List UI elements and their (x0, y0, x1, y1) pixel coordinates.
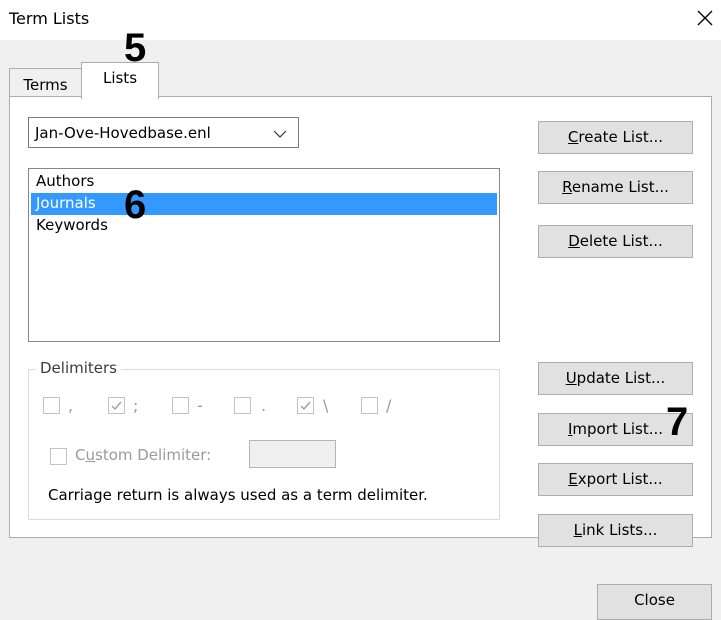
link-lists-button[interactable]: Link Lists... (538, 514, 693, 547)
custom-delimiter-label: Custom Delimiter: (75, 446, 212, 464)
step-annotation: 5 (124, 26, 147, 70)
delimiter-label: ; (133, 396, 139, 415)
custom-delimiter-checkbox[interactable] (50, 448, 67, 465)
title-bar (0, 0, 721, 40)
delete-list-button[interactable]: Delete List... (538, 225, 693, 258)
chevron-down-icon (273, 126, 287, 144)
step-annotation: 7 (666, 400, 689, 444)
list-item-selected[interactable]: Journals (31, 193, 497, 215)
delimiter-label: - (197, 396, 203, 415)
delimiter-checkbox-period[interactable] (234, 397, 251, 414)
delimiter-checkbox-semicolon[interactable] (108, 397, 125, 414)
rename-list-button[interactable]: Rename List... (538, 171, 693, 204)
delimiter-checkbox-slash[interactable] (361, 397, 378, 414)
checkmark-icon (111, 401, 122, 411)
delimiter-checkbox-comma[interactable] (43, 397, 60, 414)
close-icon[interactable] (694, 5, 716, 29)
tab-terms[interactable]: Terms (9, 68, 82, 97)
delimiter-checkbox-backslash[interactable] (297, 397, 314, 414)
delimiter-note: Carriage return is always used as a term… (48, 486, 428, 504)
delimiter-label: \ (323, 396, 329, 415)
update-list-button[interactable]: Update List... (538, 362, 693, 395)
term-lists-listbox[interactable]: Authors Journals Keywords (28, 168, 500, 342)
window-title: Term Lists (9, 9, 90, 28)
step-annotation: 6 (124, 183, 147, 227)
list-item[interactable]: Authors (31, 171, 497, 193)
list-item[interactable]: Keywords (31, 215, 497, 237)
checkmark-icon (300, 401, 311, 411)
delimiter-label: . (261, 396, 267, 415)
close-button[interactable]: Close (597, 584, 712, 620)
create-list-button[interactable]: Create List... (538, 121, 693, 154)
database-select-value: Jan-Ove-Hovedbase.enl (35, 124, 211, 142)
delimiter-checkbox-hyphen[interactable] (172, 397, 189, 414)
delimiter-label: / (386, 396, 392, 415)
tab-lists[interactable]: Lists (81, 62, 159, 99)
delimiter-label: , (68, 396, 74, 415)
database-select[interactable]: Jan-Ove-Hovedbase.enl (28, 117, 299, 148)
delimiters-legend: Delimiters (36, 359, 121, 377)
export-list-button[interactable]: Export List... (538, 463, 693, 496)
custom-delimiter-input[interactable] (249, 440, 336, 468)
